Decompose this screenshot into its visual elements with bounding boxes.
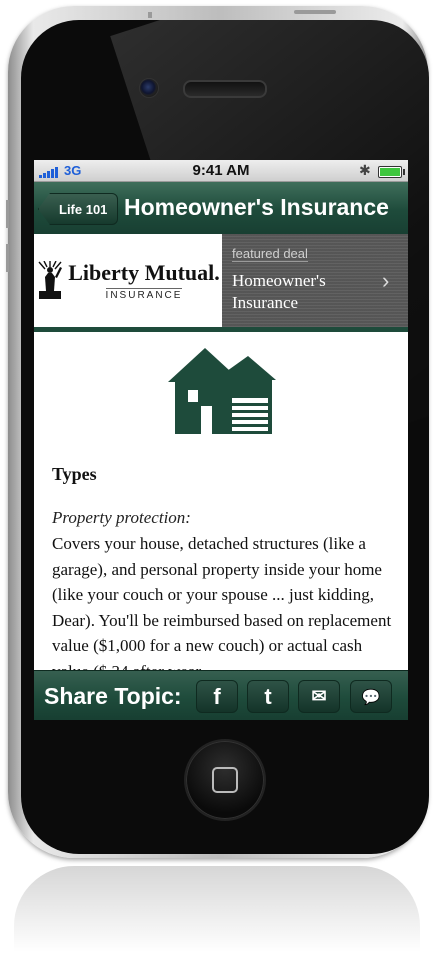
home-button[interactable] bbox=[184, 739, 266, 821]
front-camera bbox=[139, 78, 159, 98]
section-heading: Types bbox=[52, 464, 97, 484]
featured-deal-title: Homeowner's Insurance bbox=[232, 271, 326, 312]
article-content: Types Property protection: Covers your h… bbox=[34, 332, 408, 670]
page-title: Homeowner's Insurance bbox=[124, 194, 389, 220]
share-toolbar: Share Topic: f t ✉ 💬 bbox=[34, 670, 408, 720]
home-square-icon bbox=[212, 767, 238, 793]
battery-level bbox=[380, 168, 400, 176]
share-label: Share Topic: bbox=[44, 683, 182, 709]
battery-icon bbox=[378, 166, 405, 178]
article-body: Covers your house, detached structures (… bbox=[52, 534, 392, 670]
section-subheading: Property protection: bbox=[52, 508, 191, 527]
twitter-icon: t bbox=[264, 683, 272, 709]
featured-deal-banner[interactable]: Liberty Mutual. INSURANCE featured deal … bbox=[34, 234, 408, 332]
facebook-icon: f bbox=[213, 683, 221, 709]
status-time: 9:41 AM bbox=[192, 162, 250, 179]
earpiece-speaker bbox=[183, 80, 267, 98]
back-button[interactable]: Life 101 bbox=[38, 193, 119, 225]
chevron-right-icon: › bbox=[382, 268, 390, 293]
navigation-bar: Life 101 Homeowner's Insurance bbox=[34, 182, 408, 234]
logo-subtitle: INSURANCE bbox=[105, 288, 183, 301]
twitter-share-button[interactable]: t bbox=[247, 680, 289, 713]
logo-name: Liberty Mutual. bbox=[68, 260, 220, 285]
liberty-mutual-logo: Liberty Mutual. INSURANCE bbox=[34, 234, 222, 327]
power-button bbox=[294, 10, 336, 14]
phone-reflection bbox=[14, 866, 420, 952]
statue-of-liberty-icon bbox=[38, 260, 63, 299]
mail-icon: ✉ bbox=[311, 686, 327, 706]
bluetooth-icon: ✱ bbox=[359, 162, 371, 178]
message-icon: 💬 bbox=[361, 688, 381, 706]
status-bar: 3G 9:41 AM ✱ bbox=[34, 160, 408, 182]
volume-down-button bbox=[6, 244, 9, 272]
volume-up-button bbox=[6, 200, 9, 228]
app-screen: 3G 9:41 AM ✱ Life 101 Homeowner's Insura… bbox=[34, 160, 408, 720]
message-share-button[interactable]: 💬 bbox=[350, 680, 392, 713]
email-share-button[interactable]: ✉ bbox=[298, 680, 340, 713]
facebook-share-button[interactable]: f bbox=[196, 680, 238, 713]
house-icon bbox=[168, 348, 276, 434]
featured-deal-panel[interactable]: featured deal Homeowner's Insurance › bbox=[222, 234, 408, 327]
mute-switch bbox=[148, 12, 152, 18]
featured-deal-label: featured deal bbox=[232, 246, 308, 262]
